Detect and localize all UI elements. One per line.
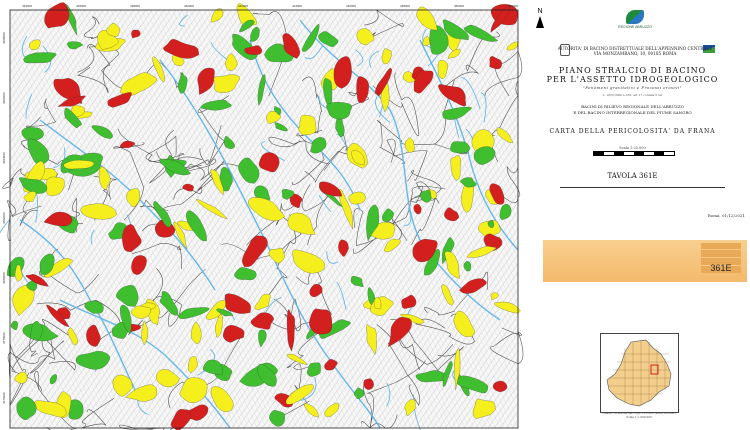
plan-title-line1: PIANO STRALCIO DI BACINO [558, 66, 707, 75]
grid-label-left: 4688000 [2, 32, 6, 44]
grid-label-top: 452000 [508, 4, 518, 8]
plan-title-line2: PER L'ASSETTO IDROGEOLOGICO [546, 75, 719, 84]
authority-block: AUTORITA' DI BACINO DISTRETTUALE DELL'AP… [555, 46, 715, 56]
title-sheet: N REGIONE ABRUZZO AUTORITA' DI BACINO DI… [525, 0, 750, 430]
landslide-hazard-map: 434000 436000 438000 440000 442000 444000 4460… [0, 0, 525, 430]
grid-label-left: 4686000 [2, 92, 6, 104]
region-inset-map [600, 333, 679, 413]
grid-label-left: 4684000 [2, 152, 6, 164]
grid-label-top: 444000 [292, 4, 302, 8]
north-label: N [537, 8, 543, 15]
hazard-zone-medium [298, 114, 317, 136]
grid-label-top: 436000 [76, 4, 86, 8]
hazard-zone-medium [373, 297, 382, 310]
scale-bar [593, 151, 675, 156]
date-label: Roma, 01/12/2021 [707, 213, 745, 218]
inset-caption-line2: Scala 1:1.000.000 [626, 414, 652, 419]
grid-label-left: 4678000 [2, 332, 6, 344]
abruzzo-outline [606, 339, 672, 407]
authority-address: VIA MONZAMBANO, 10, 00185 ROMA [593, 51, 677, 56]
map-title: CARTA DELLA PERICOLOSITA' DA FRANA [549, 128, 716, 135]
sheet-code: 361E [710, 263, 732, 273]
basin-block: BACINI DI RILIEVO REGIONALE DELL'ABRUZZO… [545, 104, 720, 115]
grid-label-top: 448000 [400, 4, 410, 8]
grid-label-top: 434000 [22, 4, 32, 8]
tavola-label: TAVOLA 361E [607, 172, 658, 180]
basin-line2: E DEL BACINO INTERREGIONALE DEL FIUME SA… [573, 109, 692, 115]
inset-caption: Quadro di unione dei Fogli 1:25.000 (ser… [585, 411, 693, 419]
hazard-zone-low [450, 141, 470, 154]
region-logo-text: REGIONE ABRUZZO [618, 25, 652, 29]
regione-abruzzo-logo-icon: REGIONE ABRUZZO [617, 10, 653, 29]
plan-subtitle: "Fenomeni gravitativi e Processi erosivi… [583, 85, 682, 90]
grid-label-left: 4682000 [2, 212, 6, 224]
hazard-zone-high [363, 378, 374, 390]
grid-label-top: 450000 [454, 4, 464, 8]
plan-title: PIANO STRALCIO DI BACINO PER L'ASSETTO I… [545, 66, 720, 84]
scale-label: Scala 1:25.000 [619, 146, 646, 150]
grid-label-top: 446000 [346, 4, 356, 8]
grid-label-top: 440000 [184, 4, 194, 8]
north-arrow-icon: N [533, 8, 547, 28]
tavola-divider [560, 187, 725, 188]
grid-label-left: 4680000 [2, 272, 6, 284]
grid-label-left: 4676000 [2, 392, 6, 404]
grid-label-top: 438000 [130, 4, 140, 8]
legal-note: L. 18/5/1989 n.183, art.17 comma 6 ter [602, 93, 663, 97]
grid-label-top: 442000 [238, 4, 248, 8]
sheet-index-band: 361E [543, 240, 747, 282]
hazard-zone-high [309, 308, 333, 335]
